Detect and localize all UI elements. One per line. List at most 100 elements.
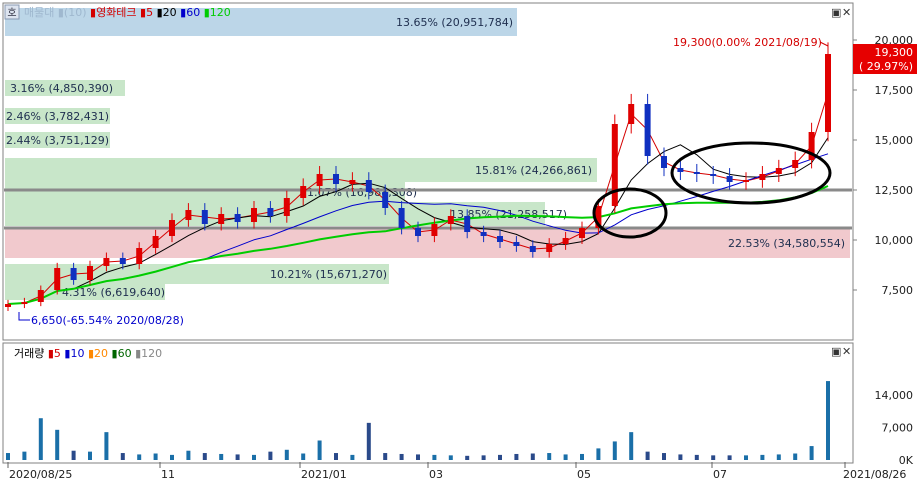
candle-body: [743, 180, 749, 182]
volume-bar: [399, 453, 404, 460]
legend-item[interactable]: ▮120: [132, 347, 163, 360]
volume-bar: [71, 450, 76, 460]
candle-body: [415, 228, 421, 236]
legend-item[interactable]: ▮5: [137, 6, 154, 19]
date-axis-label: 05: [577, 468, 591, 481]
volume-bar: [38, 418, 43, 460]
candle-body: [546, 244, 553, 252]
legend-item[interactable]: 거래량: [14, 347, 44, 360]
price-tag-change: ( 29.97%): [859, 60, 913, 73]
candle-body: [775, 168, 782, 174]
volume-bar: [219, 453, 224, 460]
volume-axis-label: 14,000: [875, 389, 914, 402]
volume-bar: [252, 454, 256, 460]
legend-item[interactable]: ▮20: [153, 6, 177, 19]
candle-body: [54, 268, 61, 290]
candle-body: [644, 104, 651, 156]
volume-bar: [235, 454, 240, 460]
date-axis-label: 2021/01: [301, 468, 347, 481]
legend-item[interactable]: ▮영화테크: [87, 6, 137, 19]
volume-bar: [580, 453, 584, 460]
legend-item[interactable]: ▮10: [61, 347, 85, 360]
legend-item[interactable]: 매물대: [24, 6, 54, 19]
candle-body: [693, 172, 700, 174]
volume-bar: [6, 453, 10, 460]
volume-panel-restore-button[interactable]: ▣: [831, 345, 841, 358]
volume-bar: [694, 454, 699, 460]
low-annotation: 6,650(-65.54% 2020/08/28): [31, 314, 184, 327]
volume-bar: [153, 453, 158, 460]
candle-body: [628, 104, 635, 124]
candle-body: [251, 208, 257, 222]
volume-bar: [563, 454, 568, 460]
price-axis-label: 7,500: [882, 284, 914, 297]
volume-panel-frame: [2, 342, 854, 464]
volume-bar: [301, 453, 306, 460]
panel-badge-text: 호: [7, 7, 16, 19]
candle-body: [529, 246, 536, 252]
volume-profile-label: 3.16% (4,850,390): [10, 82, 113, 95]
candle-body: [234, 214, 241, 222]
candle-body: [382, 192, 389, 208]
candle-body: [447, 216, 454, 224]
volume-profile-label: 15.81% (24,266,861): [475, 164, 592, 177]
volume-legend: 거래량 ▮5 ▮10 ▮20 ▮60 ▮120: [14, 347, 162, 360]
candle-body: [661, 156, 667, 168]
candle-body: [201, 210, 208, 224]
legend-item[interactable]: ▮(10): [54, 6, 86, 19]
candle-body: [792, 160, 799, 168]
volume-bar: [202, 453, 207, 460]
volume-bar: [416, 454, 420, 460]
volume-bar: [104, 432, 109, 460]
legend-item[interactable]: ▮5: [44, 347, 61, 360]
legend-item[interactable]: ▮120: [200, 6, 231, 19]
volume-bar: [448, 455, 453, 460]
candle-body: [480, 232, 487, 236]
price-tag-value: 19,300: [875, 46, 914, 59]
candle-body: [513, 242, 520, 246]
volume-bar: [317, 440, 322, 460]
volume-bar: [350, 454, 355, 460]
legend-item[interactable]: ▮60: [177, 6, 201, 19]
candle-body: [218, 214, 225, 224]
candle-body: [283, 198, 290, 216]
volume-bar: [514, 453, 519, 460]
volume-bar: [465, 455, 470, 460]
volume-profile-label: 2.46% (3,782,431): [6, 110, 109, 123]
volume-bar: [268, 451, 273, 460]
candle-body: [300, 186, 307, 198]
volume-bar: [727, 455, 732, 460]
candle-body: [70, 268, 77, 280]
volume-bar: [88, 451, 92, 460]
volume-bar: [596, 448, 601, 460]
volume-bar: [809, 446, 814, 460]
volume-bar: [793, 453, 798, 460]
volume-bar: [645, 451, 650, 460]
volume-panel-close-button[interactable]: ✕: [842, 345, 851, 358]
volume-profile-label: 2.44% (3,751,129): [6, 134, 109, 147]
price-axis-label: 15,000: [875, 134, 914, 147]
volume-profile-band: [5, 228, 850, 258]
date-axis: 2020/08/25 11 2021/01 03 05 07 2021/08/26: [7, 462, 906, 481]
candle-body: [349, 180, 356, 184]
candle-body: [759, 174, 766, 180]
candle-body: [710, 174, 717, 176]
date-axis-label: 2020/08/25: [9, 468, 72, 481]
legend-item[interactable]: ▮60: [108, 347, 132, 360]
stock-chart: 13.65% (20,951,784) 3.16% (4,850,390) 2.46…: [2, 2, 917, 481]
candle-body: [365, 180, 372, 192]
volume-profile-label: 13.65% (20,951,784): [396, 16, 513, 29]
volume-bar: [383, 453, 388, 460]
candle-body: [726, 176, 733, 182]
date-axis-label: 11: [161, 468, 175, 481]
candle-body: [431, 224, 438, 236]
candle-body: [677, 168, 684, 172]
volume-bar: [284, 449, 289, 460]
volume-bar: [22, 451, 27, 460]
price-panel-restore-button[interactable]: ▣: [831, 6, 841, 19]
volume-bar: [170, 454, 174, 460]
volume-bar: [334, 453, 338, 460]
price-panel-close-button[interactable]: ✕: [842, 6, 851, 19]
candle-body: [152, 236, 159, 248]
legend-item[interactable]: ▮20: [84, 347, 108, 360]
